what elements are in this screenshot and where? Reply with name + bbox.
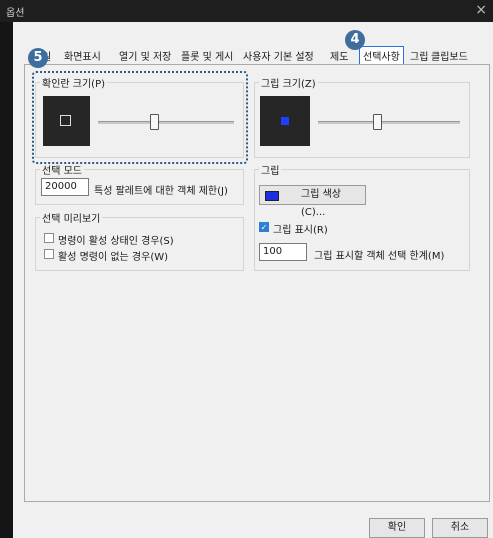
selection-preview-title: 선택 미리보기 [40, 210, 103, 225]
tab-clipboard[interactable]: 클립보드 [431, 48, 468, 63]
tab-open-save[interactable]: 열기 및 저장 [119, 48, 171, 63]
tab-user-preferences[interactable]: 사용자 기본 설정 [243, 48, 314, 63]
slider-thumb[interactable] [373, 114, 382, 130]
step-5-badge: 5 [28, 48, 48, 68]
ok-button[interactable]: 확인 [369, 518, 425, 538]
highlight-box [32, 71, 248, 164]
window-title: 옵션 [6, 8, 25, 19]
grip-size-slider[interactable] [316, 112, 462, 132]
grip-color-swatch [265, 191, 279, 201]
command-active-checkbox[interactable] [44, 233, 54, 243]
tab-plot-publish[interactable]: 플롯 및 게시 [181, 48, 233, 63]
tab-drafting[interactable]: 제도 [330, 48, 348, 63]
tab-display[interactable]: 화면표시 [64, 48, 101, 63]
close-icon[interactable]: × [475, 2, 487, 18]
grip-object-limit-input[interactable]: 100 [259, 243, 307, 261]
grip-color-button[interactable]: 그립 색상(C)... [259, 185, 366, 218]
no-command-checkbox[interactable] [44, 249, 54, 259]
show-grips-checkbox[interactable]: ✓ [259, 222, 269, 232]
grip-size-title: 그립 크기(Z) [259, 75, 318, 90]
show-grips-label: 그립 표시(R) [273, 225, 328, 236]
left-frame [0, 22, 13, 538]
no-command-label: 활성 명령이 없는 경우(W) [58, 252, 169, 263]
tab-selection[interactable]: 선택사항 [359, 46, 404, 65]
cancel-button[interactable]: 취소 [432, 518, 488, 538]
title-bar [0, 0, 493, 22]
object-limit-label: 특성 팔레트에 대한 객체 제한(J) [94, 186, 228, 197]
slider-track [318, 121, 460, 124]
selection-mode-title: 선택 모드 [40, 162, 84, 177]
grip-color-label: 그립 색상(C)... [301, 189, 341, 218]
grip-marker-icon [281, 117, 289, 125]
tab-grip[interactable]: 그립 [410, 48, 428, 63]
object-limit-input[interactable]: 20000 [41, 178, 89, 196]
command-active-label: 명령이 활성 상태인 경우(S) [58, 236, 174, 247]
grip-object-limit-label: 그립 표시할 객체 선택 한계(M) [314, 251, 445, 262]
step-4-badge: 4 [345, 30, 365, 50]
grip-size-preview [260, 96, 310, 146]
grip-group-title: 그립 [259, 162, 282, 177]
